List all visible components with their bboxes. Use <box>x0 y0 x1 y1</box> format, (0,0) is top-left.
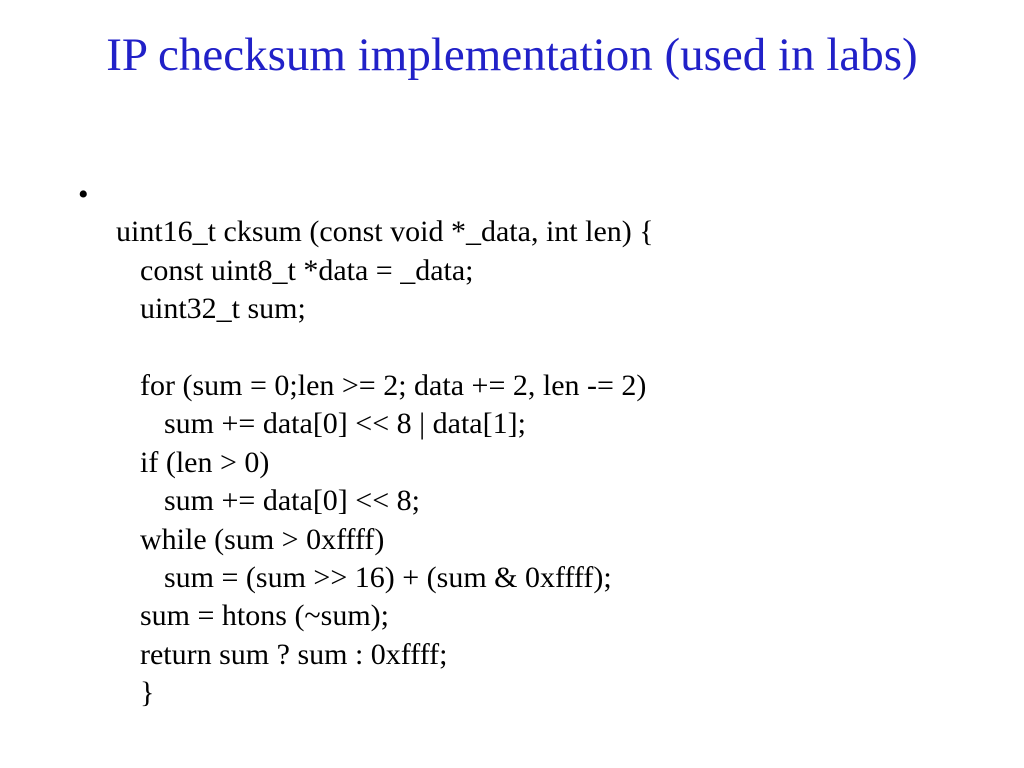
code-line: uint16_t cksum (const void *_data, int l… <box>116 215 654 248</box>
code-line: } <box>116 676 154 709</box>
code-line: return sum ? sum : 0xffff; <box>116 638 447 671</box>
code-line: if (len > 0) <box>116 446 269 479</box>
code-block: uint16_t cksum (const void *_data, int l… <box>116 175 654 712</box>
code-line: while (sum > 0xffff) <box>116 523 384 556</box>
slide-title: IP checksum implementation (used in labs… <box>0 0 1024 82</box>
slide: IP checksum implementation (used in labs… <box>0 0 1024 768</box>
code-line: sum = (sum >> 16) + (sum & 0xffff); <box>116 561 612 594</box>
slide-body: • uint16_t cksum (const void *_data, int… <box>78 175 984 712</box>
code-line: sum = htons (~sum); <box>116 599 389 632</box>
code-line: const uint8_t *data = _data; <box>116 254 474 287</box>
bullet-item: • uint16_t cksum (const void *_data, int… <box>78 175 984 712</box>
code-line: sum += data[0] << 8; <box>116 484 420 517</box>
code-line: uint32_t sum; <box>116 292 306 325</box>
bullet-marker: • <box>78 175 116 214</box>
code-line: for (sum = 0;len >= 2; data += 2, len -=… <box>116 369 646 402</box>
code-line: sum += data[0] << 8 | data[1]; <box>116 407 526 440</box>
